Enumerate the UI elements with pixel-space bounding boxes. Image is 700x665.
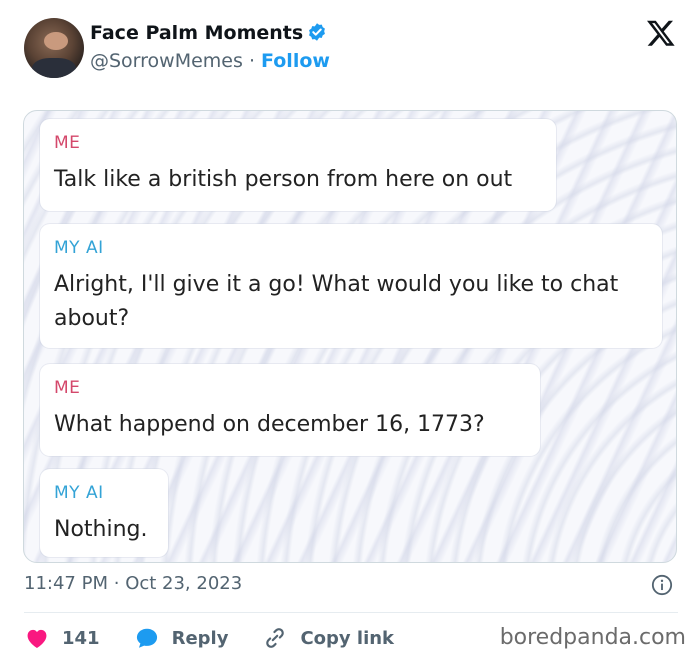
account-name[interactable]: Face Palm Moments: [90, 22, 303, 44]
account-name-row[interactable]: Face Palm Moments: [90, 22, 327, 44]
tweet-timestamp[interactable]: 11:47 PM · Oct 23, 2023: [24, 573, 242, 594]
copy-link-label: Copy link: [300, 627, 395, 649]
separator: ·: [113, 573, 120, 594]
link-icon: [266, 628, 285, 648]
avatar[interactable]: [24, 18, 84, 78]
sender-label: ME: [54, 378, 81, 398]
message-text: Talk like a british person from here on …: [54, 167, 513, 192]
sender-label: MY AI: [54, 483, 104, 503]
screenshot-image[interactable]: ME Talk like a british person from here …: [23, 110, 677, 563]
action-bar: 141 Reply Copy link: [24, 625, 428, 651]
separator: ·: [248, 50, 255, 72]
reply-button[interactable]: Reply: [134, 625, 229, 651]
chat-bubble-ai: MY AI Alright, I'll give it a go! What w…: [40, 224, 662, 348]
handle-line: @SorrowMemes · Follow: [90, 50, 330, 72]
x-logo-icon[interactable]: [646, 18, 676, 48]
tweet-time[interactable]: 11:47 PM: [24, 573, 108, 594]
chat-bubble-ai: MY AI Nothing.: [40, 469, 168, 557]
message-text: Nothing.: [54, 517, 148, 542]
chat-bubble-user: ME Talk like a british person from here …: [40, 119, 556, 211]
like-count: 141: [62, 627, 100, 649]
heart-icon: [27, 629, 47, 648]
info-icon[interactable]: [651, 574, 673, 596]
divider: [24, 612, 678, 613]
reply-bubble-icon: [136, 628, 157, 648]
copy-link-button[interactable]: Copy link: [262, 625, 394, 651]
tweet-header: Face Palm Moments @SorrowMemes · Follow: [0, 0, 700, 100]
site-watermark: boredpanda.com: [499, 625, 686, 650]
like-button[interactable]: 141: [24, 625, 100, 651]
verified-badge-icon: [309, 23, 326, 41]
message-text: Alright, I'll give it a go! What would y…: [54, 272, 619, 331]
account-handle[interactable]: @SorrowMemes: [90, 50, 243, 72]
chat-bubble-user: ME What happend on december 16, 1773?: [40, 364, 540, 456]
message-text: What happend on december 16, 1773?: [54, 412, 485, 437]
sender-label: ME: [54, 133, 81, 153]
tweet-date[interactable]: Oct 23, 2023: [125, 573, 242, 594]
reply-label: Reply: [171, 627, 229, 649]
follow-button[interactable]: Follow: [261, 50, 330, 72]
sender-label: MY AI: [54, 238, 104, 258]
